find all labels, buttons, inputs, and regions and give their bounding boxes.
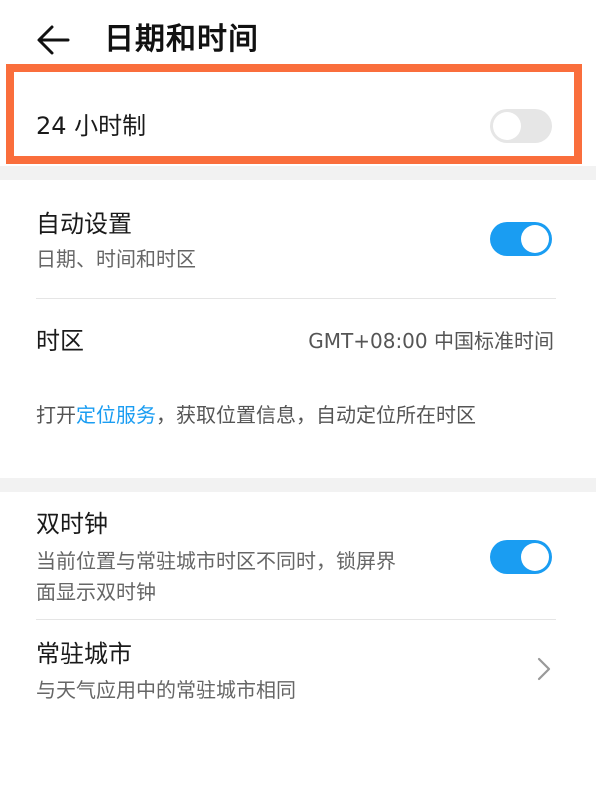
divider: [36, 298, 556, 299]
dual-clock-label: 双时钟: [36, 510, 108, 538]
timezone-label[interactable]: 时区: [36, 325, 84, 357]
chevron-right-icon: [537, 657, 551, 681]
hint-suffix: ，获取位置信息，自动定位所在时区: [156, 403, 476, 427]
toggle-knob: [521, 543, 549, 571]
toggle-knob: [521, 225, 549, 253]
divider: [36, 619, 556, 620]
toggle-knob: [493, 112, 521, 140]
home-city-button[interactable]: [534, 655, 554, 683]
auto-set-sublabel: 日期、时间和时区: [36, 247, 196, 271]
section-gap: [0, 166, 596, 180]
location-service-link[interactable]: 定位服务: [76, 403, 156, 427]
arrow-left-icon: [37, 25, 70, 55]
hour24-label: 24 小时制: [36, 112, 147, 140]
dual-clock-toggle[interactable]: [490, 540, 552, 574]
hour24-toggle[interactable]: [490, 109, 552, 143]
auto-set-label: 自动设置: [36, 210, 132, 238]
dual-clock-sublabel-line2: 面显示双时钟: [36, 580, 156, 604]
hint-prefix: 打开: [36, 403, 76, 427]
page-title: 日期和时间: [104, 22, 259, 57]
auto-set-toggle[interactable]: [490, 222, 552, 256]
location-hint: 打开定位服务，获取位置信息，自动定位所在时区: [36, 398, 556, 432]
timezone-value[interactable]: GMT+08:00 中国标准时间: [308, 325, 554, 357]
dual-clock-sublabel-line1: 当前位置与常驻城市时区不同时，锁屏界: [36, 549, 396, 573]
section-gap: [0, 478, 596, 492]
home-city-sublabel: 与天气应用中的常驻城市相同: [36, 678, 296, 702]
back-button[interactable]: [34, 22, 74, 58]
home-city-label[interactable]: 常驻城市: [36, 638, 132, 670]
